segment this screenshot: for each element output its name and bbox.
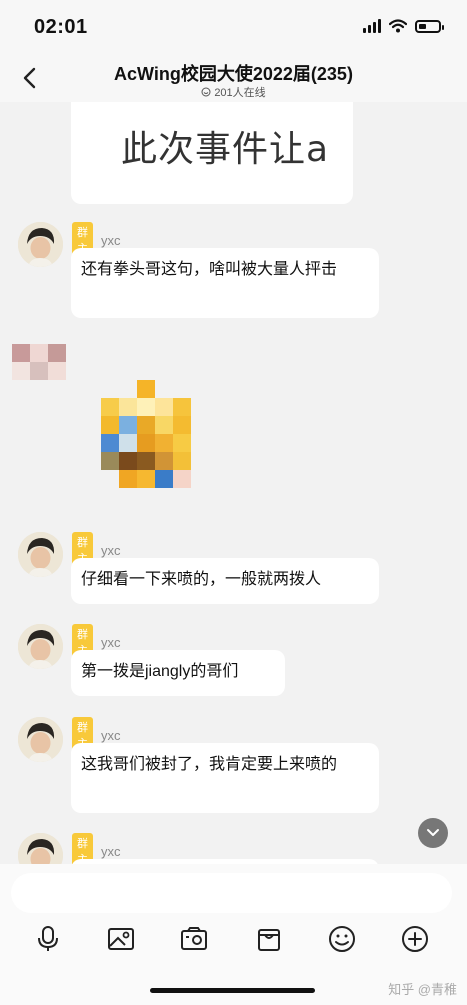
scroll-down-button[interactable]: [418, 818, 448, 848]
message-bubble[interactable]: 还有拳头哥这句，啥叫被大量人抨击: [71, 248, 379, 318]
sender-name[interactable]: yxc: [101, 844, 121, 859]
pixelated-sticker[interactable]: [101, 380, 192, 490]
emoji-icon: [329, 926, 355, 952]
avatar[interactable]: [18, 717, 63, 762]
image-icon: [108, 928, 134, 950]
microphone-icon: [38, 926, 58, 951]
camera-button[interactable]: [179, 924, 209, 954]
online-status-icon: [201, 87, 211, 97]
emoji-button[interactable]: [327, 924, 357, 954]
input-area: 知乎 @青稚: [0, 864, 467, 1005]
input-toolbar: [0, 924, 467, 954]
chat-area[interactable]: 此次事件让a 群主 yxc 还有拳头哥这句，啥叫被大量人抨击: [0, 102, 467, 864]
camera-icon: [181, 927, 207, 950]
online-count: 201人在线: [0, 84, 467, 100]
status-time: 02:01: [34, 16, 88, 38]
avatar[interactable]: [18, 833, 63, 864]
sender-name[interactable]: yxc: [101, 728, 121, 743]
wifi-icon: [389, 19, 407, 33]
plus-icon: [402, 926, 428, 952]
message-bubble[interactable]: 仔细看一下来喷的，一般就两拨人: [71, 558, 379, 604]
image-message[interactable]: 此次事件让a: [71, 102, 353, 204]
avatar[interactable]: [18, 222, 63, 267]
scroll-down-icon: [427, 829, 439, 836]
status-bar: 02:01: [0, 0, 467, 54]
message-bubble[interactable]: 第一拨是jiangly的哥们: [71, 650, 285, 696]
message-bubble[interactable]: 这我哥们被封了，我肯定要上来喷的: [71, 743, 379, 813]
image-button[interactable]: [106, 924, 136, 954]
online-count-text: 201人在线: [214, 87, 266, 99]
battery-icon: [415, 19, 444, 33]
avatar[interactable]: [18, 532, 63, 577]
gift-icon: [258, 929, 280, 951]
image-message-text: 此次事件让a: [121, 129, 330, 170]
chat-header: AcWing校园大使2022届(235) 201人在线: [0, 54, 467, 102]
status-icons: [363, 19, 444, 33]
more-button[interactable]: [400, 924, 430, 954]
sender-name[interactable]: yxc: [101, 635, 121, 650]
watermark: 知乎 @青稚: [388, 982, 457, 997]
sender-name[interactable]: yxc: [101, 543, 121, 558]
message-input[interactable]: [11, 873, 452, 913]
gift-button[interactable]: [254, 924, 284, 954]
cellular-signal-icon: [363, 19, 381, 33]
sender-name[interactable]: yxc: [101, 233, 121, 248]
pixelated-avatar[interactable]: [12, 344, 66, 380]
home-indicator[interactable]: [150, 988, 315, 993]
avatar[interactable]: [18, 624, 63, 669]
voice-button[interactable]: [33, 924, 63, 954]
chat-title[interactable]: AcWing校园大使2022届(235): [0, 60, 467, 86]
